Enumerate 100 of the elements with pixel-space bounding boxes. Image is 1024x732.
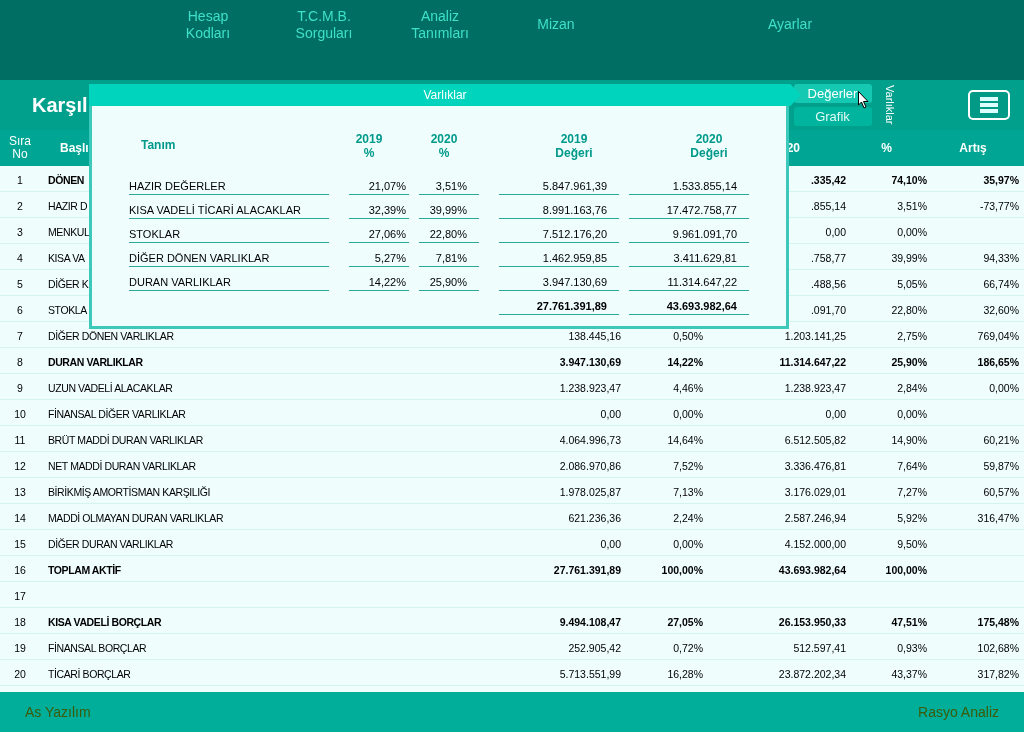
- table-cell: 5.847.961,39: [499, 178, 619, 195]
- table-cell: 5,27%: [349, 250, 409, 267]
- table-cell-text: 0,00%: [897, 224, 927, 240]
- menu-item[interactable]: Analiz Tanımları: [411, 8, 469, 42]
- table-cell-text: BİRİKMİŞ AMORTİSMAN KARŞILIĞI: [48, 484, 211, 500]
- table-cell: KISA VADELİ TİCARİ ALACAKLAR: [129, 202, 329, 219]
- table-cell: 22,80%: [419, 226, 479, 243]
- row-number: 13: [14, 484, 26, 500]
- table-cell-text: 6.512.505,82: [784, 432, 846, 448]
- table-cell-text: 26.153.950,33: [778, 614, 846, 630]
- table-cell: HAZIR DEĞERLER: [129, 178, 329, 195]
- view-toggle-button[interactable]: Değerler: [793, 84, 872, 103]
- table-cell-text: 100,00%: [885, 562, 927, 578]
- side-label: Varlıklar: [883, 85, 897, 125]
- table-cell-text: .091,70: [810, 302, 846, 318]
- table-cell-text: .488,56: [810, 276, 846, 292]
- table-cell-text: MENKUL: [48, 224, 90, 240]
- table-cell-text: 252.905,42: [568, 640, 621, 656]
- table-cell-text: 1.978.025,87: [559, 484, 621, 500]
- table-cell-text: HAZIR D: [48, 198, 88, 214]
- column-header: 2019 %: [355, 132, 383, 160]
- row-number: 9: [17, 380, 23, 396]
- view-toggle-button[interactable]: Grafik: [793, 107, 872, 126]
- table-cell-text: 7,27%: [897, 484, 927, 500]
- table-cell: 3.947.130,69: [499, 274, 619, 291]
- page-title: Karşıl: [32, 93, 88, 118]
- table-cell-text: 0,72%: [673, 640, 703, 656]
- table-cell-text: 4.152.000,00: [784, 536, 846, 552]
- table-cell-text: 3.336.476,81: [784, 458, 846, 474]
- table-cell-text: 74,10%: [891, 172, 927, 188]
- table-cell-text: 43,37%: [891, 666, 927, 682]
- table-cell-text: 94,33%: [983, 250, 1019, 266]
- table-cell-text: 5,05%: [897, 276, 927, 292]
- row-number: 20: [14, 666, 26, 682]
- menu-item[interactable]: T.C.M.B. Sorguları: [295, 8, 353, 42]
- row-number: 8: [17, 354, 23, 370]
- table-cell: 39,99%: [419, 202, 479, 219]
- row-number: 17: [14, 588, 26, 604]
- company-name: As Yazılım: [25, 702, 91, 722]
- table-cell: 9.961.091,70: [629, 226, 749, 243]
- table-cell-text: 4,46%: [673, 380, 703, 396]
- row-number: 5: [17, 276, 23, 292]
- table-cell-text: 27,05%: [667, 614, 703, 630]
- table-cell-text: 138.445,16: [568, 328, 621, 344]
- row-number: 4: [17, 250, 23, 266]
- table-cell-text: 186,65%: [977, 354, 1019, 370]
- table-cell-text: 7,13%: [673, 484, 703, 500]
- menu-item[interactable]: Mizan: [537, 16, 575, 33]
- column-header: %: [881, 140, 892, 157]
- table-cell-text: UZUN VADELİ ALACAKLAR: [48, 380, 173, 396]
- table-cell: 3.411.629,81: [629, 250, 749, 267]
- table-cell: 17.472.758,77: [629, 202, 749, 219]
- table-cell: 7,81%: [419, 250, 479, 267]
- table-cell-text: 0,93%: [897, 640, 927, 656]
- menu-icon: [980, 97, 998, 113]
- table-cell-text: 5.713.551,99: [559, 666, 621, 682]
- menu-item[interactable]: Ayarlar: [767, 16, 813, 33]
- table-cell-text: 27.761.391,89: [553, 562, 621, 578]
- total-cell: 43.693.982,64: [629, 298, 749, 315]
- row-number: 16: [14, 562, 26, 578]
- table-cell-text: 512.597,41: [793, 640, 846, 656]
- table-cell-text: 2,84%: [897, 380, 927, 396]
- table-cell-text: 4.064.996,73: [559, 432, 621, 448]
- table-cell-text: DURAN VARLIKLAR: [48, 354, 143, 370]
- table-cell: 1.462.959,85: [499, 250, 619, 267]
- table-cell-text: 0,50%: [673, 328, 703, 344]
- table-cell-text: 0,00%: [897, 406, 927, 422]
- column-header: Sıra No: [9, 135, 31, 161]
- table-cell: 14,22%: [349, 274, 409, 291]
- table-cell-text: 43.693.982,64: [778, 562, 846, 578]
- table-cell: STOKLAR: [129, 226, 329, 243]
- table-cell-text: 25,90%: [891, 354, 927, 370]
- column-header: Tanım: [141, 138, 176, 152]
- row-number: 7: [17, 328, 23, 344]
- menu-button[interactable]: [968, 90, 1010, 120]
- column-header: 2020 %: [430, 132, 458, 160]
- table-cell-text: 7,64%: [897, 458, 927, 474]
- column-header: Başlı: [60, 140, 89, 157]
- table-cell-text: 0,00%: [673, 406, 703, 422]
- table-cell-text: 621.236,36: [568, 510, 621, 526]
- table-cell-text: 3.947.130,69: [559, 354, 621, 370]
- table-cell-text: 1.238.923,47: [784, 380, 846, 396]
- table-cell: 3,51%: [419, 178, 479, 195]
- table-cell-text: 60,21%: [983, 432, 1019, 448]
- table-cell-text: 3,51%: [897, 198, 927, 214]
- menu-item[interactable]: Hesap Kodları: [185, 8, 231, 42]
- table-cell-text: 0,00%: [989, 380, 1019, 396]
- table-cell: 25,90%: [419, 274, 479, 291]
- total-cell: 27.761.391,89: [499, 298, 619, 315]
- table-cell-text: 1.238.923,47: [559, 380, 621, 396]
- table-cell: 8.991.163,76: [499, 202, 619, 219]
- row-number: 1: [17, 172, 23, 188]
- table-cell-text: 7,52%: [673, 458, 703, 474]
- table-cell-text: TOPLAM AKTİF: [48, 562, 121, 578]
- row-number: 12: [14, 458, 26, 474]
- table-cell-text: TİCARİ BORÇLAR: [48, 666, 131, 682]
- table-cell-text: KISA VADELİ BORÇLAR: [48, 614, 162, 630]
- row-number: 18: [14, 614, 26, 630]
- table-cell-text: 0,00%: [673, 536, 703, 552]
- table-cell-text: 1.203.141,25: [784, 328, 846, 344]
